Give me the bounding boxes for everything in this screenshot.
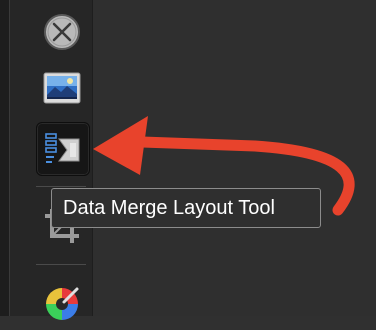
tools-panel bbox=[10, 0, 93, 320]
close-icon bbox=[44, 14, 80, 50]
data-merge-layout-tool-button[interactable] bbox=[36, 122, 90, 176]
data-merge-layout-icon bbox=[45, 133, 80, 163]
picture-frame-tool-button[interactable] bbox=[36, 62, 88, 114]
color-picker-tool-button[interactable] bbox=[36, 278, 88, 330]
toolbar-separator bbox=[36, 264, 86, 265]
window-left-edge bbox=[0, 0, 10, 316]
document-canvas[interactable] bbox=[93, 0, 376, 316]
close-tool-button[interactable] bbox=[36, 6, 88, 58]
toolbar-separator bbox=[36, 186, 86, 187]
color-picker-icon bbox=[46, 287, 79, 320]
picture-frame-icon bbox=[43, 72, 81, 104]
tooltip: Data Merge Layout Tool bbox=[51, 188, 321, 228]
